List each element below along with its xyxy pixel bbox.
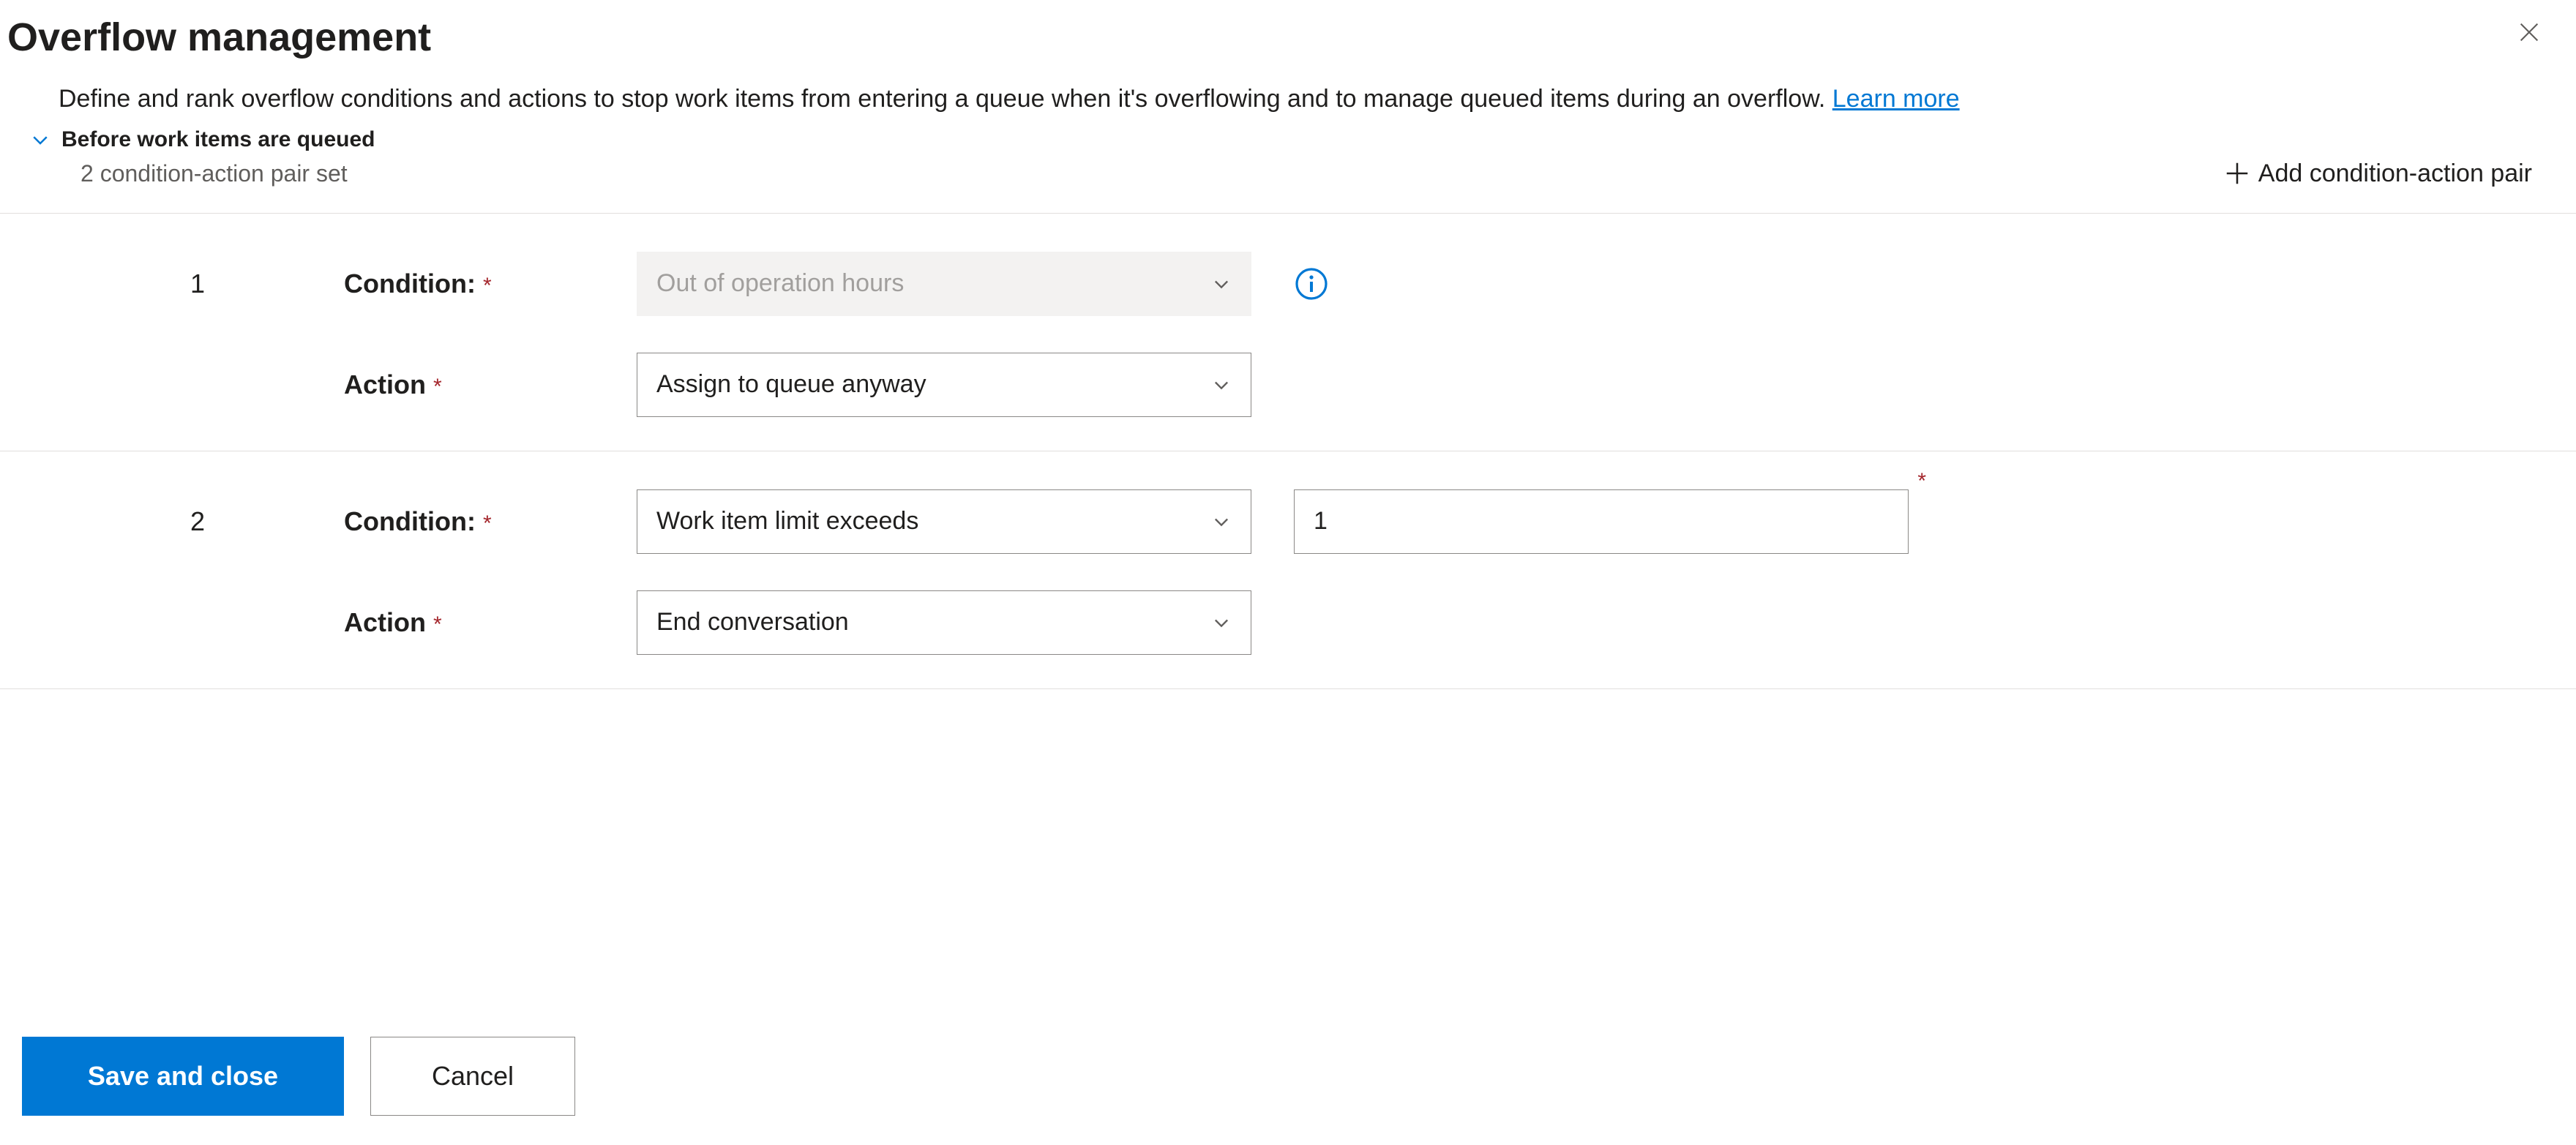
action-label: Action * — [344, 369, 637, 400]
action-label: Action * — [344, 607, 637, 638]
chevron-down-icon — [1211, 375, 1232, 395]
action-select-value: End conversation — [656, 608, 849, 637]
cancel-button[interactable]: Cancel — [370, 1037, 575, 1116]
chevron-down-icon — [1211, 612, 1232, 633]
learn-more-link[interactable]: Learn more — [1832, 85, 1960, 113]
add-pair-label: Add condition-action pair — [2258, 159, 2532, 188]
section-subrow: 2 condition-action pair set Add conditio… — [0, 152, 2576, 213]
plus-icon — [2223, 159, 2251, 187]
action-select[interactable]: Assign to queue anyway — [637, 353, 1251, 417]
condition-line: 1Condition: * Out of operation hours — [0, 250, 2576, 318]
condition-select-value: Out of operation hours — [656, 269, 904, 298]
work-item-limit-input[interactable] — [1294, 489, 1909, 554]
condition-label-text: Condition: — [344, 506, 476, 537]
required-indicator: * — [483, 274, 492, 299]
condition-label-text: Condition: — [344, 269, 476, 299]
condition-label: Condition: * — [344, 506, 637, 537]
condition-action-pair: 2Condition:*Work item limit exceeds*Acti… — [0, 451, 2576, 689]
page-description: Define and rank overflow conditions and … — [59, 82, 2517, 117]
required-indicator: * — [433, 612, 442, 637]
required-indicator: * — [433, 375, 442, 399]
overflow-management-panel: Overflow management Define and rank over… — [0, 0, 2576, 1145]
close-button[interactable] — [2512, 15, 2547, 50]
condition-select: Out of operation hours — [637, 252, 1251, 316]
pair-index: 1 — [190, 269, 344, 299]
action-line: Action * Assign to queue anyway — [0, 351, 2576, 418]
action-select[interactable]: End conversation — [637, 590, 1251, 655]
panel-header: Overflow management — [0, 15, 2576, 60]
action-label-text: Action — [344, 607, 426, 638]
action-select-value: Assign to queue anyway — [656, 370, 926, 399]
page-title: Overflow management — [7, 15, 431, 60]
condition-select-value: Work item limit exceeds — [656, 507, 918, 536]
save-and-close-button[interactable]: Save and close — [22, 1037, 344, 1116]
chevron-down-icon — [1211, 511, 1232, 532]
required-indicator: * — [1917, 469, 1926, 494]
action-label-text: Action — [344, 369, 426, 400]
condition-label: Condition: * — [344, 269, 637, 299]
info-icon[interactable] — [1294, 266, 1329, 301]
pair-count-text: 2 condition-action pair set — [80, 160, 348, 187]
condition-action-pair: 1Condition: * Out of operation hours Action… — [0, 214, 2576, 451]
pair-index: 2 — [190, 506, 344, 537]
close-icon — [2517, 20, 2542, 45]
description-text: Define and rank overflow conditions and … — [59, 85, 1832, 113]
limit-input-wrap: * — [1294, 489, 1909, 554]
section-title: Before work items are queued — [61, 127, 375, 152]
pairs-list: 1Condition:*Out of operation hoursAction… — [0, 214, 2576, 689]
condition-select[interactable]: Work item limit exceeds — [637, 489, 1251, 554]
chevron-down-icon — [29, 129, 51, 151]
footer-actions: Save and close Cancel — [22, 1037, 575, 1116]
condition-line: 2Condition: * Work item limit exceeds * — [0, 488, 2576, 555]
chevron-down-icon — [1211, 274, 1232, 294]
add-condition-action-pair-button[interactable]: Add condition-action pair — [2223, 159, 2532, 188]
section-toggle[interactable]: Before work items are queued — [0, 124, 2576, 152]
required-indicator: * — [483, 511, 492, 536]
action-line: Action * End conversation — [0, 589, 2576, 656]
